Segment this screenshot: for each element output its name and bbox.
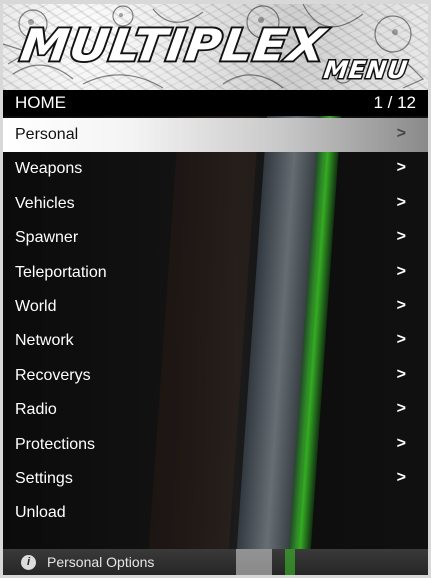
menu-item-unload[interactable]: Unload [3,496,428,530]
menu-item-vehicles[interactable]: Vehicles > [3,187,428,221]
menu-item-label: Network [15,332,74,350]
footer-green-beam [285,549,295,575]
menu-item-recoverys[interactable]: Recoverys > [3,359,428,393]
menu-item-world[interactable]: World > [3,290,428,324]
menu-footer: i Personal Options [3,549,428,575]
menu-banner: MULTIPLEX MENU [3,4,428,90]
menu-item-label: Recoverys [15,366,91,384]
menu-item-label: Spawner [15,229,79,247]
chevron-right-icon: > [396,365,406,383]
chevron-right-icon: > [396,331,406,349]
option-description: Personal Options [47,554,155,570]
menu-item-label: Teleportation [15,263,107,281]
mod-menu: MULTIPLEX MENU HOME 1 / 12 Personal > We… [0,0,431,578]
menu-item-label: Weapons [15,160,83,178]
item-position-counter: 1 / 12 [373,93,416,112]
chevron-right-icon: > [396,125,406,142]
menu-item-network[interactable]: Network > [3,324,428,358]
chevron-right-icon: > [396,468,406,486]
banner-subtitle: MENU [321,55,412,86]
menu-item-label: Vehicles [15,194,75,212]
chevron-right-icon: > [396,228,406,246]
menu-item-label: Personal [15,126,79,143]
chevron-right-icon: > [396,296,406,314]
menu-item-label: Protections [15,435,96,453]
menu-item-weapons[interactable]: Weapons > [3,152,428,186]
chevron-right-icon: > [396,434,406,452]
menu-item-radio[interactable]: Radio > [3,393,428,427]
menu-item-settings[interactable]: Settings > [3,462,428,496]
chevron-right-icon: > [396,400,406,418]
menu-titlebar: HOME 1 / 12 [3,90,428,116]
menu-items: Personal > Weapons > Vehicles > Spawner … [3,118,428,531]
info-icon: i [21,555,36,570]
chevron-right-icon: > [396,159,406,177]
current-menu-name: HOME [15,93,66,112]
menu-item-personal[interactable]: Personal > [3,118,428,153]
menu-item-label: Settings [15,469,73,487]
menu-item-label: Unload [15,504,66,522]
menu-item-label: Radio [15,401,57,419]
menu-item-teleportation[interactable]: Teleportation > [3,256,428,290]
banner-title: MULTIPLEX [15,18,331,73]
chevron-right-icon: > [396,193,406,211]
menu-item-spawner[interactable]: Spawner > [3,221,428,255]
menu-item-protections[interactable]: Protections > [3,428,428,462]
footer-light-beam [236,549,272,575]
chevron-right-icon: > [396,262,406,280]
menu-item-label: World [15,297,57,315]
